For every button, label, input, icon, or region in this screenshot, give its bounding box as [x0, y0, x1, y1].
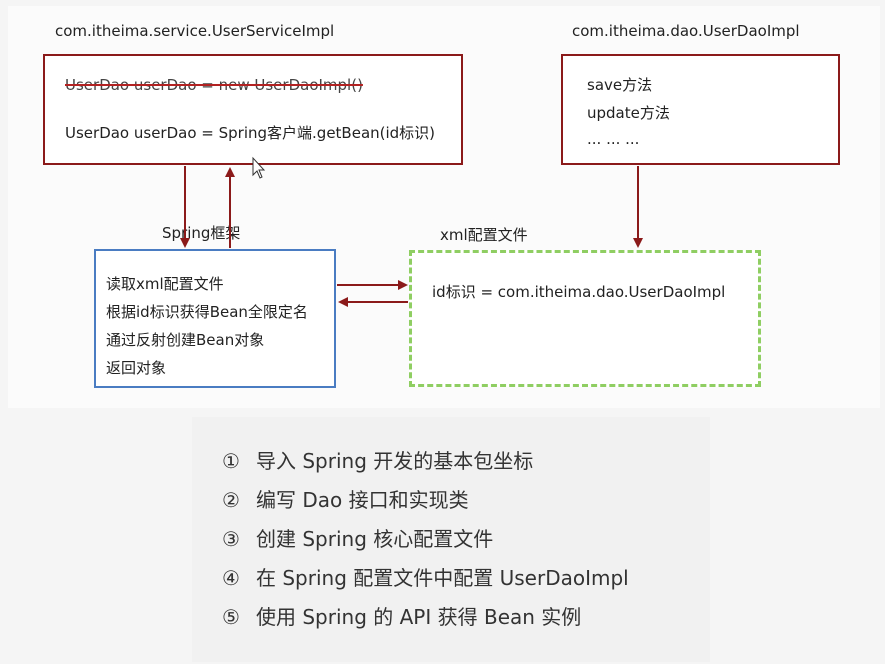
- step-item: ③ 创建 Spring 核心配置文件: [222, 523, 493, 552]
- step-item: ① 导入 Spring 开发的基本包坐标: [222, 445, 533, 474]
- step-item: ② 编写 Dao 接口和实现类: [222, 484, 469, 513]
- step-text: 编写 Dao 接口和实现类: [256, 488, 469, 512]
- steps-panel: ① 导入 Spring 开发的基本包坐标 ② 编写 Dao 接口和实现类 ③ 创建 S…: [192, 417, 710, 662]
- step-number: ④: [222, 566, 240, 590]
- step-item: ④ 在 Spring 配置文件中配置 UserDaoImpl: [222, 562, 629, 591]
- step-number: ②: [222, 488, 240, 512]
- step-number: ①: [222, 449, 240, 473]
- step-text: 创建 Spring 核心配置文件: [256, 527, 494, 551]
- step-number: ③: [222, 527, 240, 551]
- mouse-cursor-icon: [252, 156, 266, 179]
- step-text: 在 Spring 配置文件中配置 UserDaoImpl: [256, 566, 629, 590]
- step-number: ⑤: [222, 605, 240, 629]
- step-item: ⑤ 使用 Spring 的 API 获得 Bean 实例: [222, 601, 581, 630]
- step-text: 使用 Spring 的 API 获得 Bean 实例: [256, 605, 582, 629]
- step-text: 导入 Spring 开发的基本包坐标: [256, 449, 534, 473]
